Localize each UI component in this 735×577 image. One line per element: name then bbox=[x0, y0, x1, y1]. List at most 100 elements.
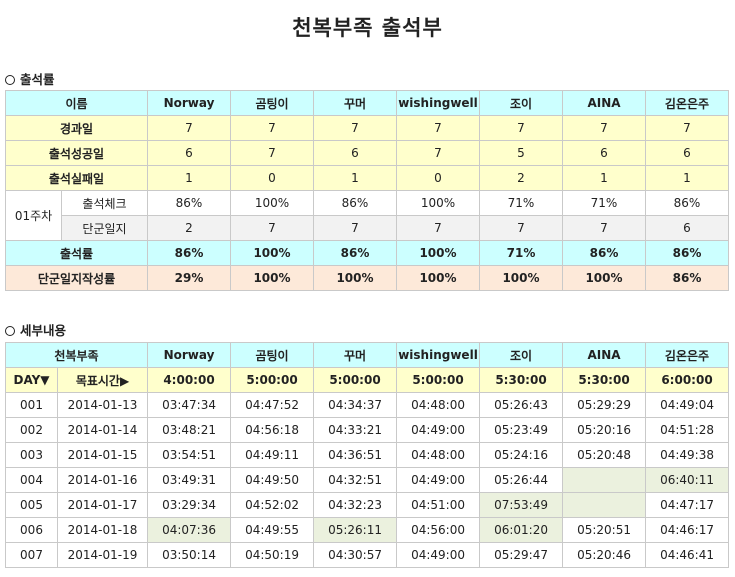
week-label: 01주차 bbox=[5, 190, 62, 241]
cell: 100% bbox=[230, 240, 314, 266]
member-header: Norway bbox=[147, 342, 232, 368]
day-cell: 002 bbox=[5, 417, 58, 443]
day-cell: 006 bbox=[5, 517, 58, 543]
member-header: 조이 bbox=[479, 342, 564, 368]
missed-cell bbox=[562, 467, 647, 493]
section-detail: 세부내용 bbox=[5, 320, 66, 339]
cell: 71% bbox=[479, 240, 563, 266]
target-header[interactable]: 목표시간▶ bbox=[56, 367, 149, 393]
time-cell: 03:49:31 bbox=[147, 467, 232, 493]
section-label: 세부내용 bbox=[20, 323, 67, 338]
cell: 7 bbox=[479, 215, 563, 241]
time-cell: 04:33:21 bbox=[313, 417, 398, 443]
late-cell: 07:53:49 bbox=[479, 492, 564, 518]
time-cell: 05:20:46 bbox=[562, 542, 647, 568]
row-label: 출석실패일 bbox=[5, 165, 148, 191]
cell: 0 bbox=[396, 165, 480, 191]
date-cell: 2014-01-17 bbox=[56, 492, 149, 518]
cell: 6 bbox=[147, 140, 231, 166]
time-cell: 05:23:49 bbox=[479, 417, 564, 443]
day-cell: 007 bbox=[5, 542, 58, 568]
cell: 7 bbox=[645, 115, 729, 141]
time-cell: 05:26:44 bbox=[479, 467, 564, 493]
cell: 6 bbox=[562, 140, 646, 166]
member-header: AINA bbox=[562, 90, 646, 116]
target-cell: 5:00:00 bbox=[396, 367, 481, 393]
target-cell: 5:30:00 bbox=[479, 367, 564, 393]
date-cell: 2014-01-19 bbox=[56, 542, 149, 568]
missed-cell bbox=[562, 492, 647, 518]
day-cell: 001 bbox=[5, 392, 58, 418]
cell: 1 bbox=[645, 165, 729, 191]
table-row: 005 2014-01-17 03:29:34 04:52:02 04:32:2… bbox=[5, 492, 730, 518]
time-cell: 04:56:18 bbox=[230, 417, 315, 443]
target-cell: 5:00:00 bbox=[230, 367, 315, 393]
time-cell: 04:49:04 bbox=[645, 392, 730, 418]
target-cell: 5:00:00 bbox=[313, 367, 398, 393]
table-row: 001 2014-01-13 03:47:34 04:47:52 04:34:3… bbox=[5, 392, 730, 418]
table-row: 007 2014-01-19 03:50:14 04:50:19 04:30:5… bbox=[5, 542, 730, 568]
date-cell: 2014-01-16 bbox=[56, 467, 149, 493]
time-cell: 04:56:00 bbox=[396, 517, 481, 543]
time-cell: 04:46:41 bbox=[645, 542, 730, 568]
row-label: 단군일지 bbox=[61, 215, 148, 241]
cell: 5 bbox=[479, 140, 563, 166]
summary-header-row: 이름 Norway 곰팅이 꾸머 wishingwell 조이 AINA 김온은… bbox=[5, 90, 729, 116]
cell: 86% bbox=[313, 190, 397, 216]
attendance-summary-table: 이름 Norway 곰팅이 꾸머 wishingwell 조이 AINA 김온은… bbox=[5, 90, 729, 291]
table-row: 006 2014-01-18 04:07:36 04:49:55 05:26:1… bbox=[5, 517, 730, 543]
cell: 86% bbox=[645, 240, 729, 266]
time-cell: 05:29:47 bbox=[479, 542, 564, 568]
cell: 1 bbox=[313, 165, 397, 191]
late-cell: 06:01:20 bbox=[479, 517, 564, 543]
member-header: 꾸머 bbox=[313, 342, 398, 368]
table-row: 002 2014-01-14 03:48:21 04:56:18 04:33:2… bbox=[5, 417, 730, 443]
page-title: 천복부족 출석부 bbox=[292, 16, 443, 40]
week-journal-row: 단군일지 2 7 7 7 7 7 6 bbox=[6, 215, 729, 241]
member-header: wishingwell bbox=[396, 342, 481, 368]
tribe-header: 천복부족 bbox=[4, 342, 149, 368]
time-cell: 05:24:16 bbox=[479, 442, 564, 468]
cell: 86% bbox=[562, 240, 646, 266]
time-cell: 04:47:52 bbox=[230, 392, 315, 418]
day-header[interactable]: DAY▼ bbox=[5, 367, 58, 393]
detail-header-row: 천복부족 Norway 곰팅이 꾸머 wishingwell 조이 AINA 김… bbox=[4, 342, 730, 368]
detail-table: 천복부족 Norway 곰팅이 꾸머 wishingwell 조이 AINA 김… bbox=[4, 342, 730, 568]
date-cell: 2014-01-14 bbox=[56, 417, 149, 443]
time-cell: 04:48:00 bbox=[396, 442, 481, 468]
cell: 6 bbox=[645, 140, 729, 166]
date-cell: 2014-01-18 bbox=[56, 517, 149, 543]
time-cell: 04:30:57 bbox=[313, 542, 398, 568]
time-cell: 04:32:23 bbox=[313, 492, 398, 518]
cell: 7 bbox=[396, 115, 480, 141]
cell: 100% bbox=[396, 240, 480, 266]
elapsed-days-row: 경과일 7 7 7 7 7 7 7 bbox=[5, 115, 729, 141]
member-header: AINA bbox=[562, 342, 647, 368]
fail-days-row: 출석실패일 1 0 1 0 2 1 1 bbox=[5, 165, 729, 191]
time-cell: 04:52:02 bbox=[230, 492, 315, 518]
cell: 7 bbox=[396, 140, 480, 166]
cell: 7 bbox=[147, 115, 231, 141]
cell: 100% bbox=[230, 265, 314, 291]
cell: 7 bbox=[230, 115, 314, 141]
time-cell: 04:47:17 bbox=[645, 492, 730, 518]
time-cell: 04:49:55 bbox=[230, 517, 315, 543]
time-cell: 04:46:17 bbox=[645, 517, 730, 543]
cell: 71% bbox=[479, 190, 563, 216]
date-cell: 2014-01-15 bbox=[56, 442, 149, 468]
member-header: 조이 bbox=[479, 90, 563, 116]
time-cell: 03:54:51 bbox=[147, 442, 232, 468]
time-cell: 04:49:00 bbox=[396, 417, 481, 443]
time-cell: 03:29:34 bbox=[147, 492, 232, 518]
time-cell: 03:47:34 bbox=[147, 392, 232, 418]
success-days-row: 출석성공일 6 7 6 7 5 6 6 bbox=[5, 140, 729, 166]
week-check-row: 01주차 출석체크 86% 100% 86% 100% 71% 71% 86% bbox=[5, 190, 729, 241]
time-cell: 04:48:00 bbox=[396, 392, 481, 418]
cell: 86% bbox=[645, 265, 729, 291]
cell: 6 bbox=[313, 140, 397, 166]
cell: 86% bbox=[147, 190, 231, 216]
table-row: 003 2014-01-15 03:54:51 04:49:11 04:36:5… bbox=[5, 442, 730, 468]
cell: 1 bbox=[562, 165, 646, 191]
time-cell: 05:29:29 bbox=[562, 392, 647, 418]
member-header: 김온은주 bbox=[645, 342, 730, 368]
